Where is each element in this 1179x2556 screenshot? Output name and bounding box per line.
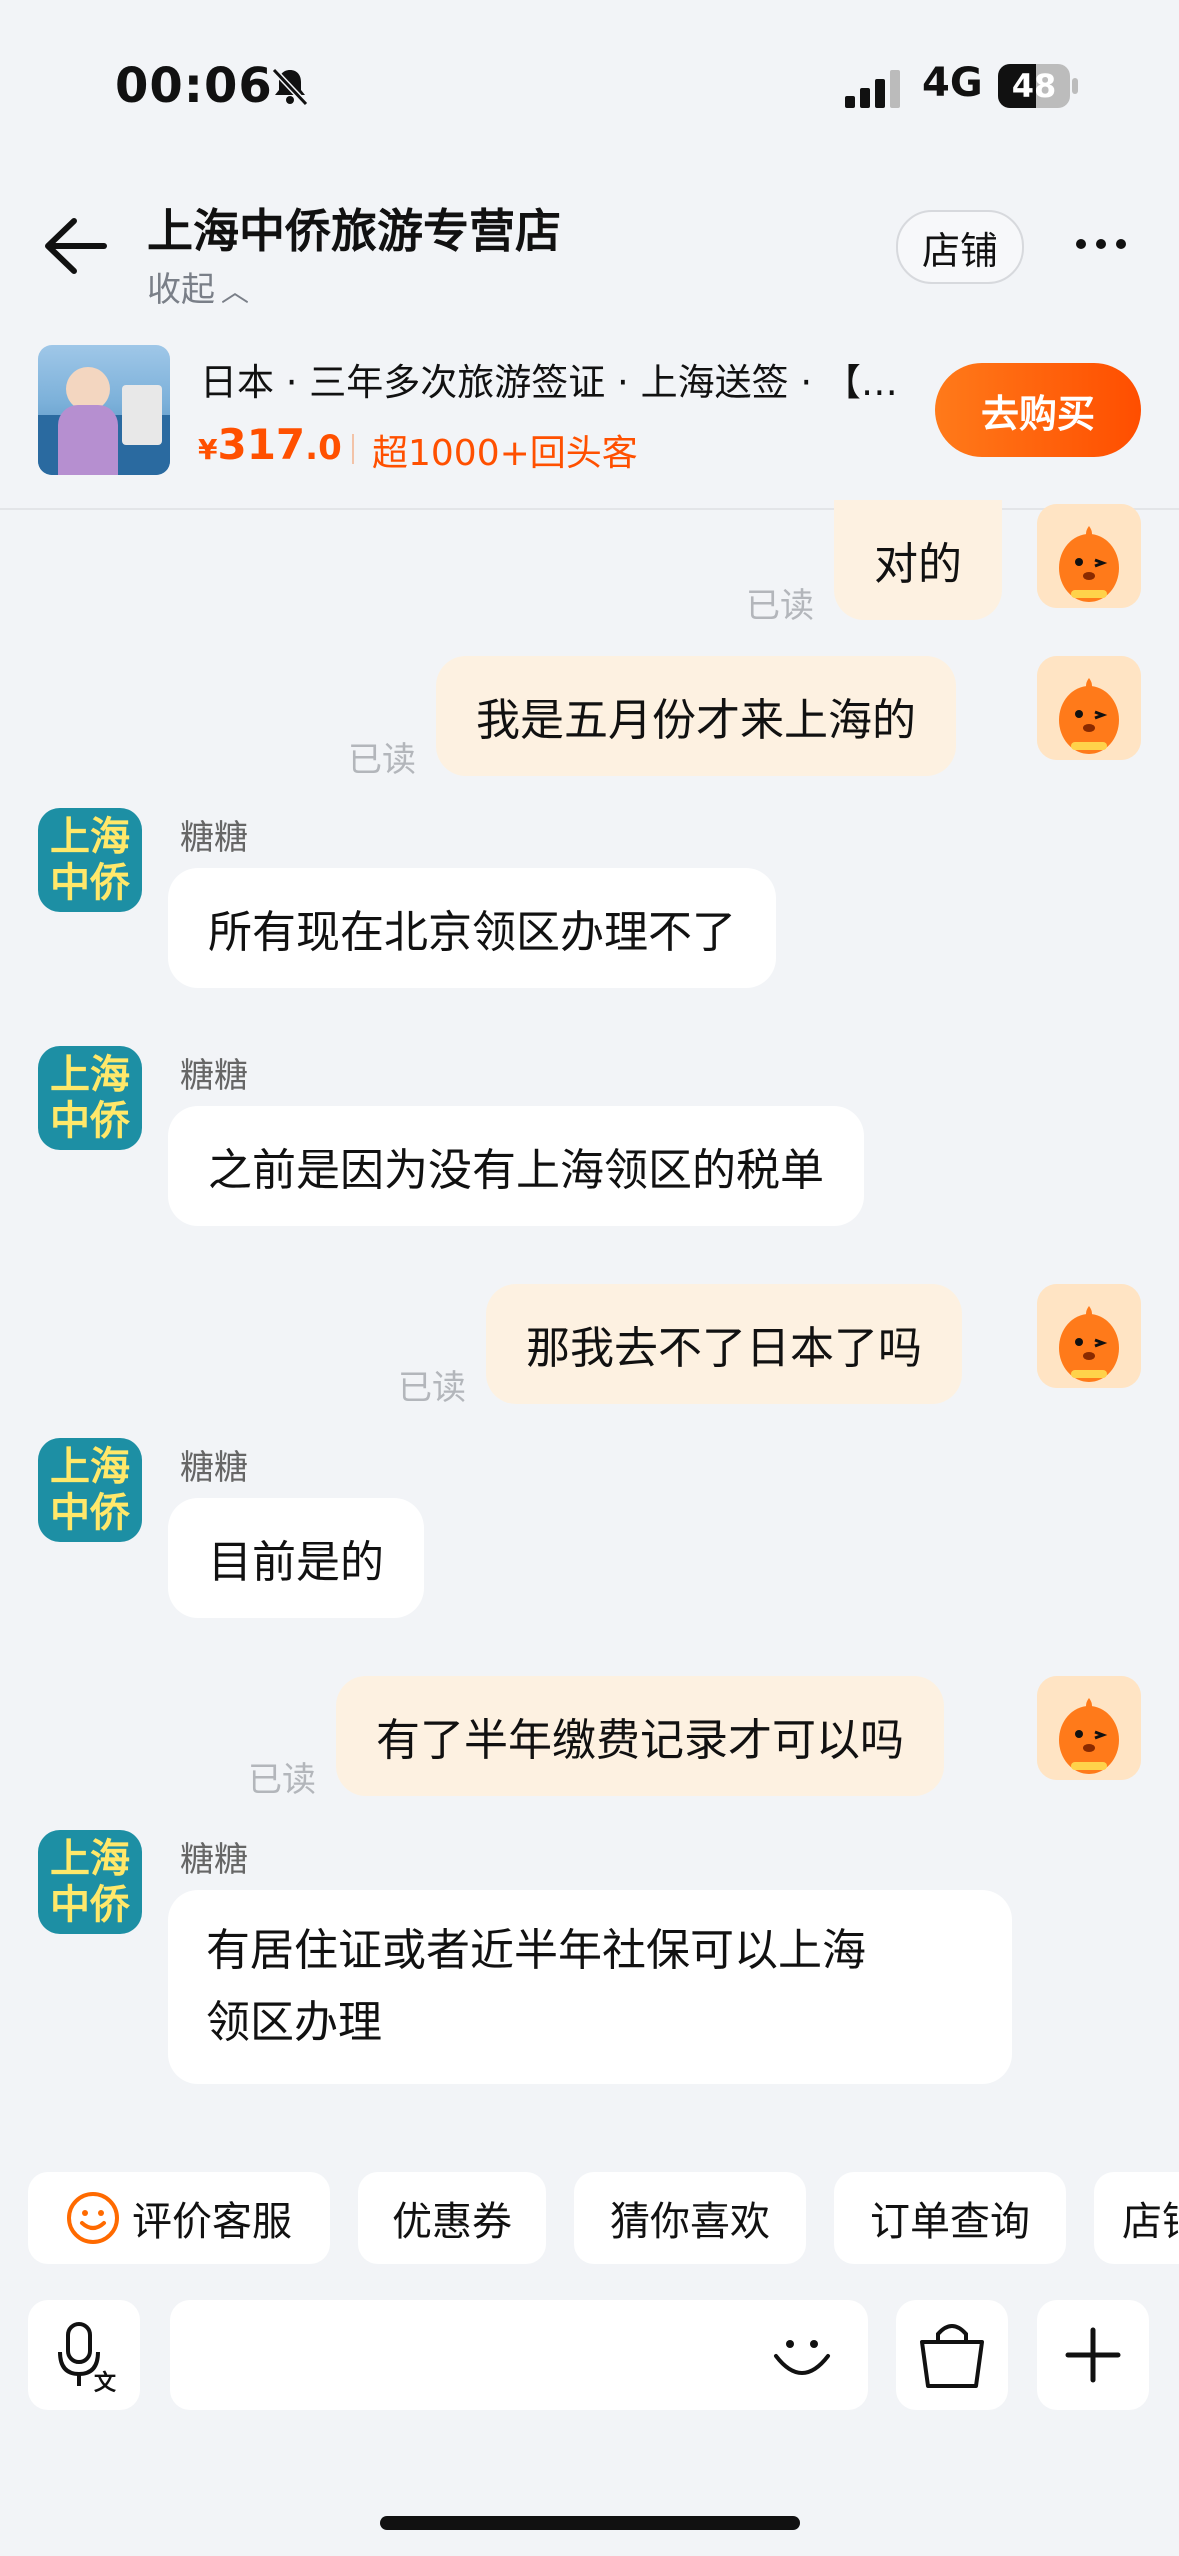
store-button[interactable]: 店铺 xyxy=(896,210,1024,284)
signal-icon xyxy=(845,70,900,108)
network-type: 4G xyxy=(922,60,983,106)
back-arrow-icon[interactable] xyxy=(42,215,112,277)
collapse-toggle[interactable]: 收起 ︿ xyxy=(147,262,249,311)
product-thumbnail[interactable] xyxy=(38,345,170,475)
chevron-up-icon: ︿ xyxy=(221,275,250,308)
more-options-icon[interactable] xyxy=(1075,224,1127,264)
message-bubble-me[interactable]: 那我去不了日本了吗 xyxy=(486,1284,962,1404)
message-bubble-me[interactable]: 有了半年缴费记录才可以吗 xyxy=(336,1676,944,1796)
product-title[interactable]: 日本 · 三年多次旅游签证 · 上海送签 · 【… xyxy=(200,352,935,406)
quick-reply-coupon[interactable]: 优惠券 xyxy=(358,2172,546,2264)
sender-name: 糖糖 xyxy=(180,1056,248,1096)
quick-reply-recommend[interactable]: 猜你喜欢 xyxy=(574,2172,806,2264)
quick-reply-order-query[interactable]: 订单查询 xyxy=(834,2172,1066,2264)
user-avatar-icon xyxy=(1037,1284,1141,1388)
home-indicator xyxy=(380,2516,800,2530)
shop-avatar-line2: 中侨 xyxy=(50,1882,130,1928)
battery-level: 48 xyxy=(1011,67,1057,105)
user-avatar-icon xyxy=(1037,504,1141,608)
message-bubble-shop[interactable]: 所有现在北京领区办理不了 xyxy=(168,868,776,988)
shop-avatar-line1: 上海 xyxy=(50,1444,130,1490)
voice-input-button[interactable]: 文 xyxy=(28,2300,140,2410)
read-receipt: 已读 xyxy=(248,1760,316,1800)
shop-avatar-line2: 中侨 xyxy=(50,1490,130,1536)
price-decimal: .0 xyxy=(305,428,342,468)
shop-avatar-line2: 中侨 xyxy=(50,1098,130,1144)
product-price: ¥317.0 xyxy=(198,420,342,469)
shop-avatar-line1: 上海 xyxy=(50,814,130,860)
quick-reply-label: 订单查询 xyxy=(870,2199,1030,2245)
battery-icon: 48 xyxy=(998,64,1078,108)
shop-title: 上海中侨旅游专营店 xyxy=(147,204,561,258)
price-integer: 317 xyxy=(217,420,306,469)
shopping-bag-icon xyxy=(920,2324,984,2388)
more-actions-button[interactable] xyxy=(1037,2300,1149,2410)
shopping-bag-button[interactable] xyxy=(896,2300,1008,2410)
user-avatar[interactable] xyxy=(1037,656,1141,760)
emoji-icon[interactable] xyxy=(768,2322,836,2388)
message-input[interactable] xyxy=(170,2300,868,2410)
message-bubble-shop[interactable]: 之前是因为没有上海领区的税单 xyxy=(168,1106,864,1226)
message-bubble-shop[interactable]: 有居住证或者近半年社保可以上海 领区办理 xyxy=(168,1890,1012,2084)
message-bubble-me[interactable]: 对的 xyxy=(834,500,1002,620)
message-line: 领区办理 xyxy=(206,1997,382,2048)
sender-name: 糖糖 xyxy=(180,1448,248,1488)
user-avatar[interactable] xyxy=(1037,504,1141,608)
shop-avatar-line1: 上海 xyxy=(50,1836,130,1882)
shop-avatar[interactable]: 上海 中侨 xyxy=(38,1438,142,1542)
sender-name: 糖糖 xyxy=(180,1840,248,1880)
user-avatar-icon xyxy=(1037,1676,1141,1780)
shop-avatar[interactable]: 上海 中侨 xyxy=(38,1830,142,1934)
status-time: 00:06 xyxy=(115,58,273,114)
buy-button[interactable]: 去购买 xyxy=(935,363,1141,457)
message-bubble-me[interactable]: 我是五月份才来上海的 xyxy=(436,656,956,776)
message-bubble-shop[interactable]: 目前是的 xyxy=(168,1498,424,1618)
price-divider xyxy=(352,434,354,464)
user-avatar[interactable] xyxy=(1037,1676,1141,1780)
quick-reply-label: 评价客服 xyxy=(132,2199,292,2245)
quick-reply-label: 优惠券 xyxy=(392,2199,512,2245)
microphone-icon: 文 xyxy=(58,2322,117,2396)
user-avatar-icon xyxy=(1037,656,1141,760)
collapse-label: 收起 xyxy=(147,270,215,310)
message-line: 有居住证或者近半年社保可以上海 xyxy=(206,1925,866,1976)
smile-icon xyxy=(67,2192,119,2244)
shop-avatar-line1: 上海 xyxy=(50,1052,130,1098)
quick-reply-store[interactable]: 店铺 xyxy=(1094,2172,1179,2264)
price-currency: ¥ xyxy=(198,433,218,466)
quick-reply-label: 猜你喜欢 xyxy=(610,2199,770,2245)
user-avatar[interactable] xyxy=(1037,1284,1141,1388)
shop-avatar-line2: 中侨 xyxy=(50,860,130,906)
sender-name: 糖糖 xyxy=(180,818,248,858)
svg-text:文: 文 xyxy=(94,2370,117,2396)
silent-bell-icon xyxy=(271,67,309,107)
shop-avatar[interactable]: 上海 中侨 xyxy=(38,808,142,912)
quick-reply-rate-service[interactable]: 评价客服 xyxy=(28,2172,330,2264)
read-receipt: 已读 xyxy=(746,586,814,626)
product-tag: 超1000+回头客 xyxy=(372,433,638,474)
quick-reply-label: 店铺 xyxy=(1122,2199,1179,2245)
header-divider xyxy=(0,508,1179,510)
shop-avatar[interactable]: 上海 中侨 xyxy=(38,1046,142,1150)
read-receipt: 已读 xyxy=(398,1368,466,1408)
plus-icon xyxy=(1065,2327,1121,2383)
read-receipt: 已读 xyxy=(348,740,416,780)
